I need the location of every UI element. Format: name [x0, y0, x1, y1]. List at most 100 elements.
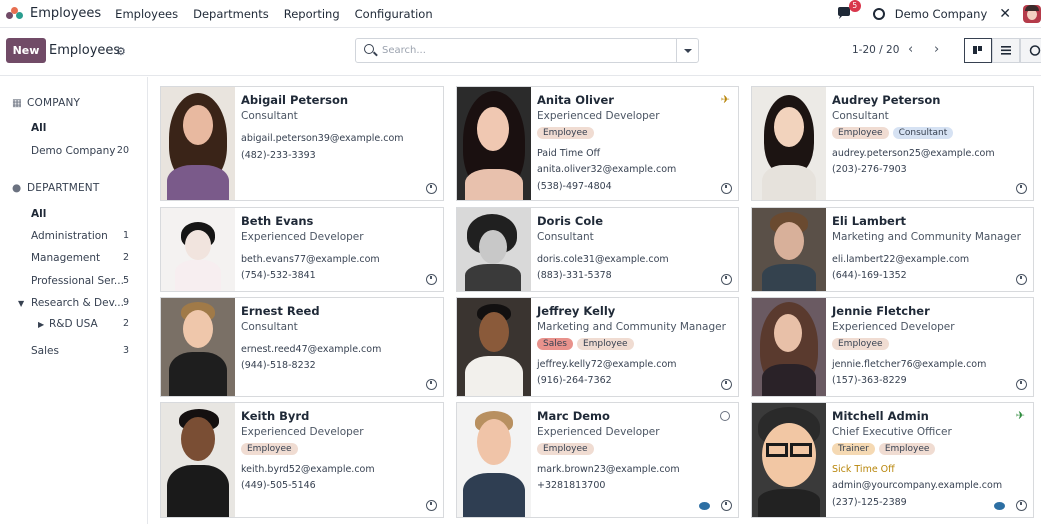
- activity-clock-icon[interactable]: [872, 8, 885, 20]
- activity-clock-icon[interactable]: [426, 183, 437, 194]
- employee-photo: [752, 87, 826, 200]
- debug-tools-icon[interactable]: ✕: [999, 6, 1011, 22]
- control-panel: New Employees ⚙ 1-20 / 20 ‹ ›: [0, 28, 1041, 76]
- employee-name: Keith Byrd: [241, 409, 310, 423]
- activity-clock-icon[interactable]: [721, 379, 732, 390]
- list-view-button[interactable]: [992, 38, 1020, 63]
- department-filter-all[interactable]: All: [31, 208, 141, 220]
- company-filter-all[interactable]: All: [31, 122, 141, 134]
- department-filter-management[interactable]: Management 2: [31, 252, 141, 264]
- new-button[interactable]: New: [6, 38, 46, 63]
- search-input[interactable]: [382, 43, 672, 58]
- employee-card[interactable]: Doris Cole Consultant doris.cole31@examp…: [456, 207, 739, 292]
- activity-clock-icon[interactable]: [721, 183, 732, 194]
- activity-clock-icon[interactable]: [721, 274, 732, 285]
- employee-phone: (944)-518-8232: [241, 360, 316, 371]
- employee-tags: Employee: [537, 127, 594, 139]
- tag-consultant: Consultant: [892, 127, 954, 139]
- chat-bubble-icon[interactable]: [994, 502, 1005, 510]
- department-filter-rd-usa[interactable]: R&D USA 2: [49, 318, 141, 330]
- activity-clock-icon[interactable]: [1016, 500, 1027, 511]
- employee-card[interactable]: Beth Evans Experienced Developer beth.ev…: [160, 207, 444, 292]
- employee-card[interactable]: Keith Byrd Experienced Developer Employe…: [160, 402, 444, 518]
- activity-clock-icon[interactable]: [426, 500, 437, 511]
- employee-card[interactable]: Jeffrey Kelly Marketing and Community Ma…: [456, 297, 739, 397]
- employee-tags: Employee: [832, 338, 889, 350]
- employee-email: anita.oliver32@example.com: [537, 164, 677, 175]
- pager-previous-icon[interactable]: ‹: [908, 42, 913, 57]
- employee-card[interactable]: Marc Demo Experienced Developer Employee…: [456, 402, 739, 518]
- systray: 5 Demo Company ✕: [837, 0, 1041, 28]
- main-menu: Employees Departments Reporting Configur…: [115, 7, 432, 21]
- presence-status-icon: [720, 411, 730, 421]
- activity-clock-icon[interactable]: [426, 379, 437, 390]
- search-options-toggle[interactable]: [676, 39, 698, 62]
- employee-photo: [457, 298, 531, 396]
- airplane-icon: ✈: [720, 93, 730, 106]
- activity-view-button[interactable]: [1020, 38, 1041, 63]
- department-filter-research-development[interactable]: Research & Dev... 9: [31, 297, 141, 309]
- company-filter-demo-company[interactable]: Demo Company 20: [31, 145, 141, 157]
- employee-card[interactable]: Eli Lambert Marketing and Community Mana…: [751, 207, 1034, 292]
- app-title[interactable]: Employees: [30, 6, 101, 21]
- department-filter-professional-services[interactable]: Professional Ser... 5: [31, 275, 141, 287]
- menu-configuration[interactable]: Configuration: [355, 7, 433, 21]
- activity-clock-icon[interactable]: [426, 274, 437, 285]
- chat-icon[interactable]: 5: [837, 0, 861, 21]
- employee-phone: (482)-233-3393: [241, 150, 316, 161]
- tag-sales: Sales: [537, 338, 573, 350]
- activity-clock-icon[interactable]: [1016, 379, 1027, 390]
- tag-employee: Employee: [241, 443, 298, 455]
- company-switcher[interactable]: Demo Company: [895, 7, 988, 21]
- tag-trainer: Trainer: [832, 443, 875, 455]
- menu-departments[interactable]: Departments: [193, 7, 269, 21]
- employee-card[interactable]: Jennie Fletcher Experienced Developer Em…: [751, 297, 1034, 397]
- employee-email: mark.brown23@example.com: [537, 464, 680, 475]
- search-panel: ▦ COMPANY All Demo Company 20 ● DEPARTMENT …: [0, 77, 148, 524]
- menu-reporting[interactable]: Reporting: [284, 7, 340, 21]
- caret-down-icon[interactable]: ▼: [18, 299, 24, 308]
- search-icon: [364, 44, 374, 54]
- department-filter-administration[interactable]: Administration 1: [31, 230, 141, 242]
- employee-card[interactable]: ✈ Mitchell Admin Chief Executive Officer…: [751, 402, 1034, 518]
- employee-phone: (883)-331-5378: [537, 270, 612, 281]
- employee-photo: [752, 403, 826, 517]
- employee-email: ernest.reed47@example.com: [241, 344, 382, 355]
- pager-next-icon[interactable]: ›: [934, 42, 939, 57]
- tag-employee: Employee: [878, 443, 936, 455]
- department-section-heading: ● DEPARTMENT: [12, 182, 100, 194]
- employee-job: Consultant: [832, 110, 889, 122]
- employee-job: Experienced Developer: [241, 231, 364, 243]
- activity-clock-icon[interactable]: [1016, 183, 1027, 194]
- activity-clock-icon[interactable]: [721, 500, 732, 511]
- department-filter-sales[interactable]: Sales 3: [31, 345, 141, 357]
- activity-clock-icon[interactable]: [1016, 274, 1027, 285]
- employee-card[interactable]: Audrey Peterson Consultant Employee Cons…: [751, 86, 1034, 201]
- employee-photo: [161, 208, 235, 291]
- employee-email: doris.cole31@example.com: [537, 254, 669, 265]
- employees-app-icon[interactable]: [6, 6, 24, 21]
- company-section-heading: ▦ COMPANY: [12, 97, 81, 109]
- employee-job: Experienced Developer: [537, 426, 660, 438]
- employee-card[interactable]: Ernest Reed Consultant ernest.reed47@exa…: [160, 297, 444, 397]
- employee-name: Eli Lambert: [832, 214, 907, 228]
- user-avatar[interactable]: [1023, 5, 1041, 23]
- employee-email: audrey.peterson25@example.com: [832, 148, 995, 159]
- employee-phone: (754)-532-3841: [241, 270, 316, 281]
- pager-value[interactable]: 1-20 / 20: [852, 44, 899, 56]
- employee-photo: [752, 208, 826, 291]
- employee-name: Anita Oliver: [537, 93, 614, 107]
- employee-card[interactable]: ✈ Anita Oliver Experienced Developer Emp…: [456, 86, 739, 201]
- chat-bubble-icon[interactable]: [699, 502, 710, 510]
- caret-right-icon[interactable]: ▶: [38, 320, 44, 329]
- menu-employees[interactable]: Employees: [115, 7, 178, 21]
- employee-tags: Employee: [241, 443, 298, 455]
- employee-name: Mitchell Admin: [832, 409, 929, 423]
- employee-phone: (449)-505-5146: [241, 480, 316, 491]
- gear-icon[interactable]: ⚙: [116, 45, 126, 58]
- tag-employee: Employee: [537, 127, 594, 139]
- employee-tags: Employee: [537, 443, 594, 455]
- employee-card[interactable]: Abigail Peterson Consultant abigail.pete…: [160, 86, 444, 201]
- employee-email: keith.byrd52@example.com: [241, 464, 375, 475]
- kanban-view-button[interactable]: [964, 38, 992, 63]
